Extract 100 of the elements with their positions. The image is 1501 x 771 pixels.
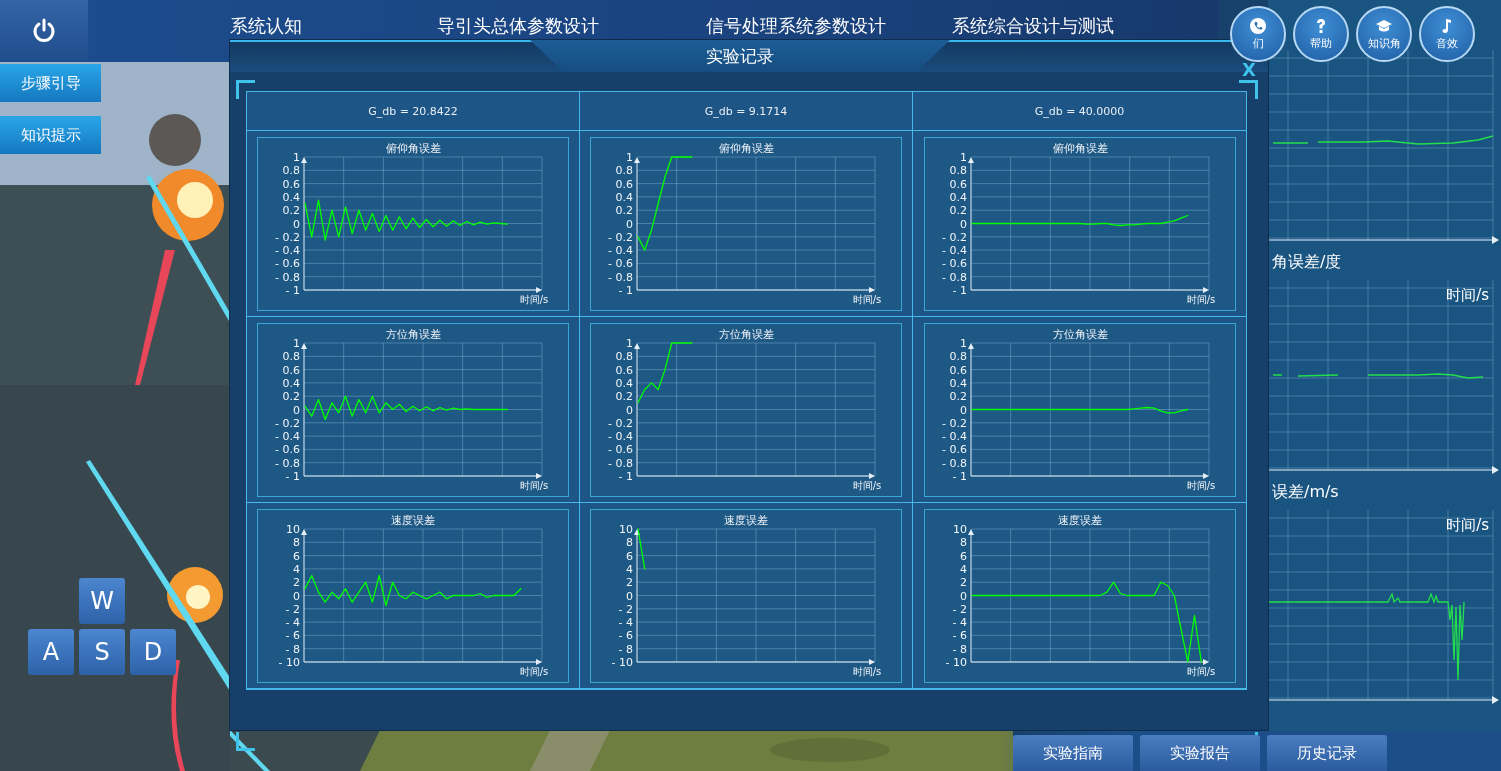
tick-label: - 6 — [952, 628, 967, 642]
chart-title: 方位角误差 — [385, 327, 441, 341]
axis-label: 时间/s — [1446, 516, 1489, 535]
tick-label: 0.4 — [615, 190, 633, 204]
nav-tab[interactable]: 系统综合设计与测试 — [952, 15, 1114, 37]
axis-label: 时间/s — [1186, 479, 1215, 491]
tick-label: 8 — [293, 535, 300, 549]
axis-label: 时间/s — [519, 479, 549, 491]
nav-tab[interactable]: 信号处理系统参数设计 — [706, 15, 886, 37]
axis-label: 时间/s — [852, 293, 882, 305]
tick-label: 2 — [626, 575, 633, 589]
axis-label: 时间/s — [519, 293, 549, 305]
dialog-title: 实验记录 — [530, 40, 950, 72]
tick-label: - 0.4 — [941, 429, 967, 443]
nav-tab[interactable]: 系统认知 — [230, 15, 302, 37]
tick-label: - 6 — [285, 628, 300, 642]
corner-bracket — [236, 732, 255, 751]
tick-label: 0 — [626, 217, 633, 230]
tick-label: - 0.2 — [275, 230, 300, 244]
tick-label: 0 — [626, 589, 633, 602]
tick-label: 0.4 — [282, 190, 300, 204]
tick-label: 0 — [959, 217, 967, 230]
tick-label: - 0.6 — [941, 442, 967, 456]
tick-label: 0.6 — [615, 177, 633, 191]
axis-label: 时间/s — [1186, 665, 1215, 677]
tick-label: - 0.6 — [275, 256, 300, 270]
bottom-button[interactable]: 历史记录 — [1267, 735, 1387, 771]
tick-label: - 4 — [952, 615, 967, 629]
tick-label: - 0.8 — [275, 456, 300, 470]
chart-title: 俯仰角误差 — [718, 141, 774, 155]
tick-label: 0.8 — [282, 349, 300, 363]
tick-label: 1 — [293, 336, 300, 350]
axis-label: 时间/s — [852, 665, 882, 677]
tick-label: - 1 — [952, 469, 967, 483]
tick-label: - 0.2 — [608, 416, 633, 430]
chart-title: 速度误差 — [1057, 513, 1102, 527]
tick-label: - 2 — [618, 602, 633, 616]
tick-label: - 8 — [952, 642, 967, 656]
tick-label: 1 — [626, 150, 633, 164]
column-header: G_db = 40.0000 — [913, 92, 1246, 131]
chart-title: 速度误差 — [724, 513, 768, 527]
axis-label: 时间/s — [1446, 286, 1489, 305]
tick-label: - 0.2 — [941, 416, 967, 430]
bottom-button[interactable]: 实验报告 — [1140, 735, 1260, 771]
tick-label: 0.6 — [282, 177, 300, 191]
tick-label: - 2 — [952, 602, 967, 616]
close-button[interactable]: X — [1242, 62, 1256, 78]
tick-label: - 8 — [618, 642, 633, 656]
tick-label: - 0.4 — [608, 429, 633, 443]
chart-caption: 误差/m/s — [1272, 482, 1339, 503]
tick-label: 0 — [293, 217, 300, 230]
chart-title: 方位角误差 — [718, 327, 774, 341]
tick-label: - 1 — [618, 469, 633, 483]
tick-label: 2 — [959, 575, 967, 589]
tick-label: 0.4 — [282, 376, 300, 390]
tick-label: - 0.4 — [941, 243, 967, 257]
tick-label: - 0.8 — [941, 456, 967, 470]
tick-label: - 0.8 — [275, 270, 300, 284]
tick-label: - 0.8 — [941, 270, 967, 284]
tick-label: - 0.6 — [941, 256, 967, 270]
tick-label: 6 — [293, 549, 300, 563]
tick-label: - 0.6 — [608, 256, 633, 270]
axis-label: 时间/s — [852, 479, 882, 491]
tick-label: 6 — [626, 549, 633, 563]
tick-label: - 0.4 — [275, 243, 300, 257]
tick-label: 0 — [959, 589, 967, 602]
chart-title: 速度误差 — [391, 513, 435, 527]
data-line — [637, 527, 646, 570]
tick-label: 4 — [959, 562, 967, 576]
nav-tab[interactable]: 导引头总体参数设计 — [437, 15, 599, 37]
tick-label: - 10 — [611, 655, 633, 669]
tick-label: 0.8 — [615, 163, 633, 177]
tick-label: 0.8 — [949, 349, 967, 363]
tick-label: - 4 — [285, 615, 300, 629]
tick-label: - 0.2 — [275, 416, 300, 430]
tick-label: 1 — [626, 336, 633, 350]
tick-label: 0 — [293, 589, 300, 602]
tick-label: 0 — [959, 403, 967, 416]
tick-label: 0.2 — [615, 203, 633, 217]
tick-label: - 2 — [285, 602, 300, 616]
tick-label: 0.6 — [949, 363, 967, 377]
phone-icon — [1249, 17, 1267, 35]
tick-label: - 0.8 — [608, 270, 633, 284]
tick-label: 0.8 — [615, 349, 633, 363]
tick-label: - 0.8 — [608, 456, 633, 470]
tick-label: - 0.4 — [275, 429, 300, 443]
tick-label: - 10 — [278, 655, 300, 669]
tick-label: 0.2 — [949, 389, 967, 403]
tick-label: - 1 — [952, 283, 967, 297]
tick-label: 8 — [959, 535, 967, 549]
bottom-button[interactable]: 实验指南 — [1013, 735, 1133, 771]
tick-label: 10 — [286, 522, 300, 536]
tick-label: - 4 — [618, 615, 633, 629]
column-header: G_db = 9.1714 — [580, 92, 913, 131]
tick-label: 0.8 — [949, 163, 967, 177]
tick-label: 0 — [293, 403, 300, 416]
tick-label: - 8 — [285, 642, 300, 656]
tick-label: 8 — [626, 535, 633, 549]
data-line — [637, 341, 693, 403]
tick-label: - 0.2 — [608, 230, 633, 244]
